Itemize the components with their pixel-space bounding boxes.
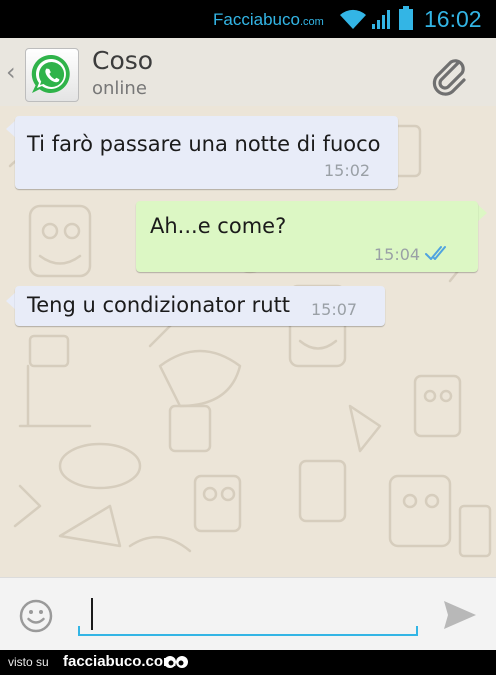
battery-icon xyxy=(399,6,413,30)
footer-watermark: visto su facciabuco.com xyxy=(0,650,496,675)
watermark-suffix: .com xyxy=(299,16,324,28)
message-bubble-incoming[interactable]: Teng u condizionator rutt 15:07 xyxy=(15,286,385,326)
back-chevron-icon[interactable]: ‹ xyxy=(6,60,16,84)
text-cursor xyxy=(91,598,93,630)
status-clock: 16:02 xyxy=(424,6,482,32)
signal-icon xyxy=(372,10,390,29)
status-watermark: Facciabuco.com xyxy=(213,10,324,30)
message-time: 15:04 xyxy=(374,245,421,264)
footer-site: facciabuco.com xyxy=(63,653,177,670)
whatsapp-chat-screen: Facciabuco.com 16:02 ‹ Coso online Ti fa… xyxy=(0,0,496,675)
message-text: Ah...e come? xyxy=(150,214,287,238)
smiley-icon[interactable] xyxy=(18,598,54,634)
footer-prefix: visto su xyxy=(8,655,49,669)
contact-avatar[interactable] xyxy=(25,48,79,102)
paperclip-icon[interactable] xyxy=(428,54,470,96)
message-input[interactable] xyxy=(78,592,418,636)
status-bar: Facciabuco.com 16:02 xyxy=(0,0,496,38)
message-text: Ti farò passare una notte di fuoco xyxy=(27,132,381,156)
watermark-text: Facciabuco xyxy=(213,10,300,29)
chat-header: ‹ Coso online xyxy=(0,38,496,107)
bubble-tail xyxy=(477,204,487,222)
eyes-icon xyxy=(164,656,188,668)
whatsapp-logo-icon xyxy=(31,54,70,93)
contact-status: online xyxy=(92,78,147,99)
double-check-icon xyxy=(425,246,446,260)
input-underline-edge xyxy=(416,626,418,636)
contact-name[interactable]: Coso xyxy=(92,46,153,75)
input-underline-edge xyxy=(78,626,80,636)
message-time: 15:02 xyxy=(324,161,371,180)
send-icon[interactable] xyxy=(442,598,478,632)
compose-bar xyxy=(0,577,496,650)
message-time: 15:07 xyxy=(311,300,358,319)
wifi-icon xyxy=(340,9,366,29)
message-bubble-incoming[interactable]: Ti farò passare una notte di fuoco 15:02 xyxy=(15,116,398,189)
chat-area[interactable]: Ti farò passare una notte di fuoco 15:02… xyxy=(0,106,496,577)
message-bubble-outgoing[interactable]: Ah...e come? 15:04 xyxy=(136,201,478,272)
message-text: Teng u condizionator rutt xyxy=(27,293,291,317)
